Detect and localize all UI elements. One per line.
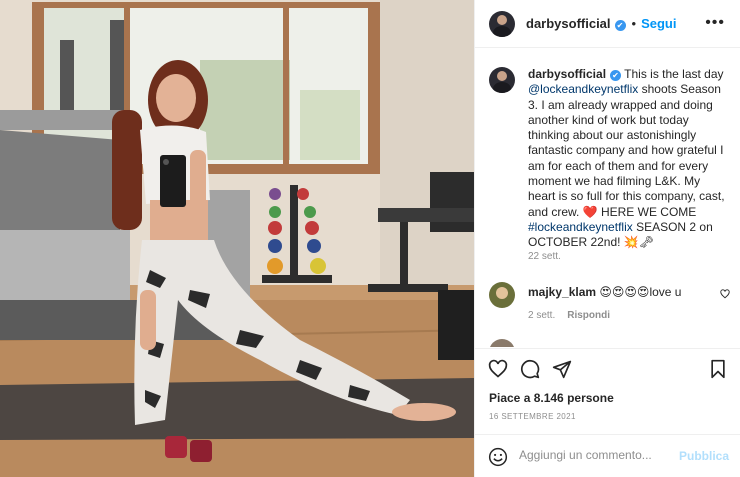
author-avatar[interactable]: [489, 10, 515, 37]
verified-badge-icon: ✔: [614, 20, 626, 31]
more-options-icon[interactable]: •••: [705, 15, 725, 31]
comment-item: majky_klam 😍😍😍😍love u: [528, 285, 681, 299]
reply-button[interactable]: Rispondi: [567, 310, 610, 321]
bookmark-icon[interactable]: [709, 359, 727, 379]
caption-text-part-1: This is the last day: [624, 67, 724, 81]
next-commenter-avatar[interactable]: [489, 339, 515, 347]
caption-author-avatar[interactable]: [489, 67, 515, 93]
gym-mirror-selfie-image: [0, 0, 474, 477]
heart-icon[interactable]: [488, 359, 508, 379]
author-username[interactable]: darbysofficial ✔: [526, 16, 626, 31]
comment-like-heart-icon[interactable]: [720, 289, 730, 299]
caption-username[interactable]: darbysofficial: [528, 67, 606, 81]
author-username-text[interactable]: darbysofficial: [526, 16, 611, 31]
follow-button[interactable]: Segui: [641, 16, 676, 31]
caption-hashtag-link[interactable]: #lockeandkeynetflix: [528, 220, 633, 234]
comment-username[interactable]: majky_klam: [528, 285, 596, 299]
add-comment-bar: Pubblica: [475, 434, 740, 477]
comment-text: 😍😍😍😍love u: [599, 285, 682, 299]
post-side-panel: darbysofficial ✔ • Segui ••• darbysoffici…: [474, 0, 740, 477]
action-bar: [475, 348, 740, 388]
caption-timestamp[interactable]: 22 sett.: [528, 251, 561, 262]
comment-timestamp[interactable]: 2 sett.: [528, 310, 555, 321]
send-icon[interactable]: [552, 359, 572, 379]
post-date[interactable]: 16 SETTEMBRE 2021: [489, 412, 576, 421]
likes-count[interactable]: Piace a 8.146 persone: [489, 391, 614, 405]
post-caption: darbysofficial ✔ This is the last day @lo…: [528, 67, 728, 251]
caption-text-part-2: shoots Season 3. I am already wrapped an…: [528, 82, 725, 219]
verified-badge-icon: ✔: [610, 70, 622, 81]
add-comment-input[interactable]: [519, 448, 679, 462]
comment-icon[interactable]: [520, 359, 540, 379]
separator-dot: •: [631, 16, 637, 31]
post-comments-area[interactable]: darbysofficial ✔ This is the last day @lo…: [475, 49, 740, 347]
smiley-icon[interactable]: [488, 447, 508, 467]
commenter-avatar[interactable]: [489, 282, 515, 308]
publish-button[interactable]: Pubblica: [679, 449, 729, 463]
instagram-post: darbysofficial ✔ • Segui ••• darbysoffici…: [0, 0, 740, 477]
post-photo[interactable]: [0, 0, 474, 477]
post-header: darbysofficial ✔ • Segui •••: [475, 0, 740, 48]
comment-meta: 2 sett. Rispondi: [528, 310, 610, 321]
caption-mention-link[interactable]: @lockeandkeynetflix: [528, 82, 638, 96]
